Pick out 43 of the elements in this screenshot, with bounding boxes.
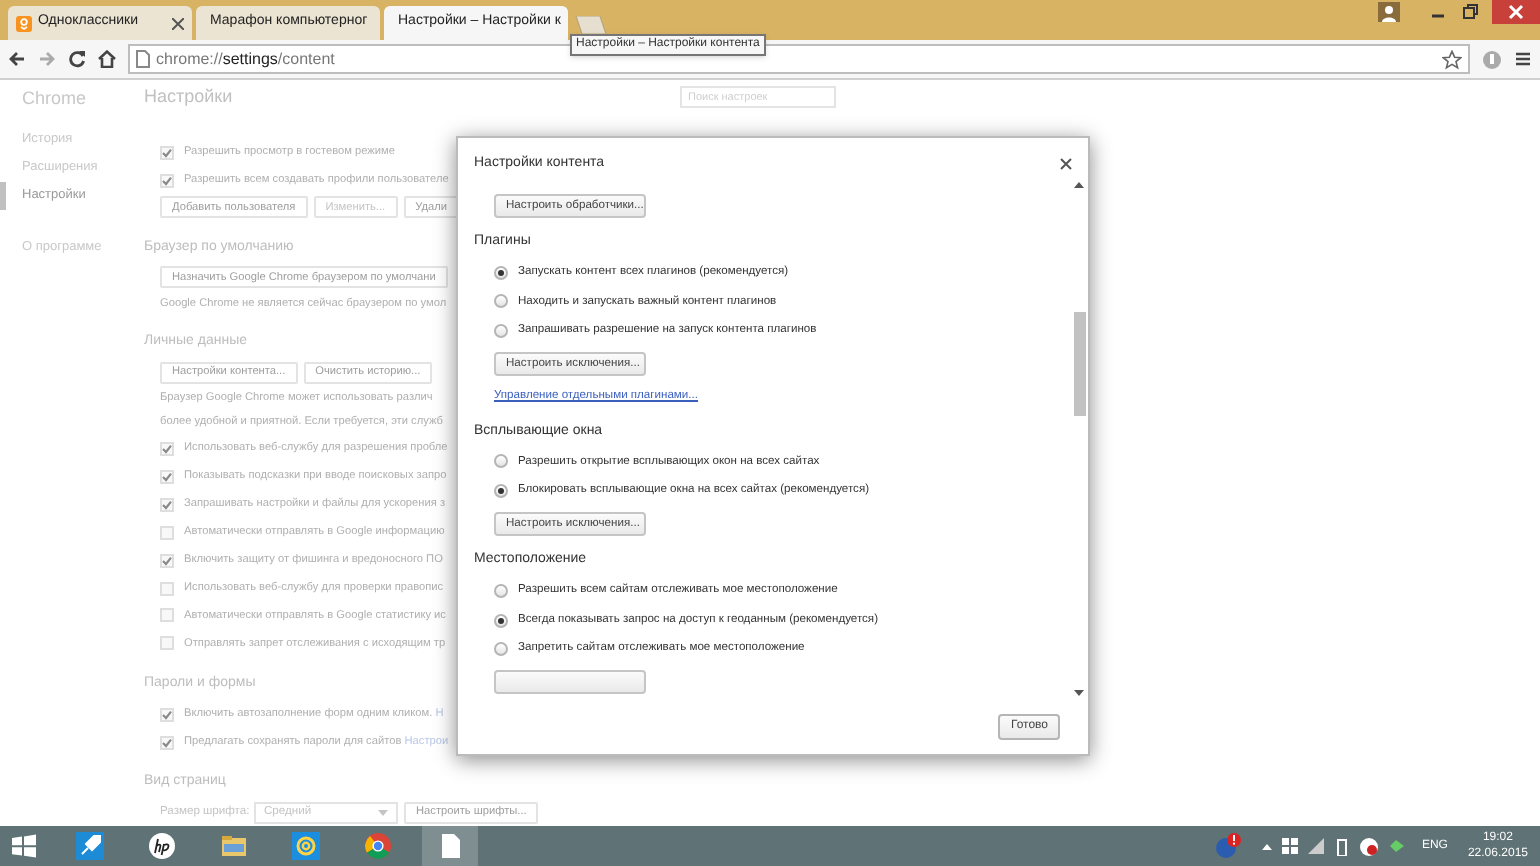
- rocket-icon[interactable]: [76, 832, 104, 860]
- home-icon[interactable]: [98, 50, 116, 68]
- button[interactable]: [494, 670, 646, 695]
- caret-icon[interactable]: [378, 809, 388, 816]
- scroll-up-icon[interactable]: [1074, 182, 1084, 188]
- scroll-down-icon[interactable]: [1074, 690, 1084, 696]
- page-title: Настройки: [144, 84, 235, 110]
- volume-icon[interactable]: [1359, 837, 1378, 855]
- folder-icon[interactable]: [220, 832, 248, 860]
- document-icon[interactable]: [436, 832, 464, 860]
- signal-icon[interactable]: [1307, 838, 1324, 854]
- reload-icon[interactable]: [68, 50, 86, 68]
- radio-button[interactable]: [494, 454, 508, 469]
- star-icon[interactable]: [1442, 49, 1462, 69]
- radio-button[interactable]: [494, 265, 508, 280]
- radio-button[interactable]: [494, 294, 508, 309]
- back-icon[interactable]: [8, 50, 26, 68]
- forward-icon[interactable]: [38, 50, 56, 68]
- menu-icon[interactable]: [1514, 50, 1532, 68]
- round-logo-icon[interactable]: [148, 832, 176, 860]
- radio-button[interactable]: [494, 613, 508, 627]
- windows-flag-icon[interactable]: [1281, 838, 1298, 854]
- page-icon[interactable]: [136, 50, 150, 68]
- windows-start-icon[interactable]: [10, 834, 38, 858]
- radio-button[interactable]: [494, 484, 508, 499]
- close-icon[interactable]: [1492, 0, 1540, 24]
- radio-button[interactable]: [494, 324, 508, 339]
- url-text: chrome://settings/content: [156, 47, 337, 71]
- close-icon[interactable]: [172, 17, 184, 29]
- restore-icon[interactable]: [1460, 2, 1480, 22]
- alert-icon[interactable]: [1213, 832, 1242, 860]
- radio-button[interactable]: [494, 583, 508, 598]
- new-tab-icon[interactable]: [572, 16, 608, 34]
- user-icon[interactable]: [1378, 2, 1400, 22]
- network-icon[interactable]: [1387, 838, 1406, 854]
- at-sign-icon[interactable]: [292, 832, 320, 860]
- close-icon[interactable]: [1060, 158, 1072, 170]
- person-icon[interactable]: [16, 15, 32, 31]
- chrome-logo-icon[interactable]: [364, 832, 392, 860]
- extension-icon[interactable]: [1482, 49, 1502, 69]
- radio-button[interactable]: [494, 642, 508, 657]
- scrollbar[interactable]: [1070, 178, 1088, 700]
- show-hidden-icon[interactable]: [1261, 843, 1272, 849]
